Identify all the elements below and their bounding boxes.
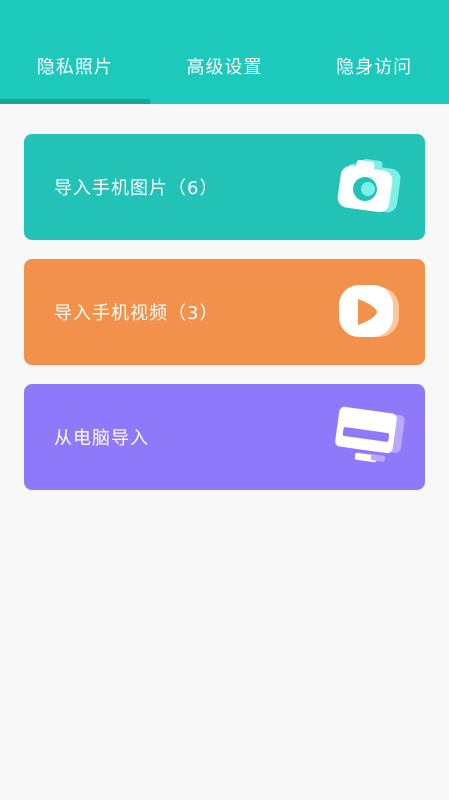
import-videos-card[interactable]: 导入手机视频（3） bbox=[24, 259, 425, 365]
import-photos-card[interactable]: 导入手机图片（6） bbox=[24, 134, 425, 240]
active-tab-indicator bbox=[0, 99, 150, 104]
monitor-icon bbox=[335, 406, 405, 463]
video-play-icon bbox=[339, 285, 399, 337]
tab-private-photos[interactable]: 隐私照片 bbox=[0, 40, 150, 92]
import-from-pc-label: 从电脑导入 bbox=[54, 428, 149, 449]
tab-stealth-access[interactable]: 隐身访问 bbox=[299, 40, 449, 92]
tab-bar: 隐私照片 高级设置 隐身访问 bbox=[0, 40, 449, 92]
top-header: 隐私照片 高级设置 隐身访问 bbox=[0, 0, 449, 104]
import-videos-label: 导入手机视频（3） bbox=[54, 303, 219, 324]
import-photos-label: 导入手机图片（6） bbox=[54, 178, 219, 199]
tab-advanced-settings[interactable]: 高级设置 bbox=[150, 40, 300, 92]
import-from-pc-card[interactable]: 从电脑导入 bbox=[24, 384, 425, 490]
camera-icon bbox=[337, 158, 401, 213]
